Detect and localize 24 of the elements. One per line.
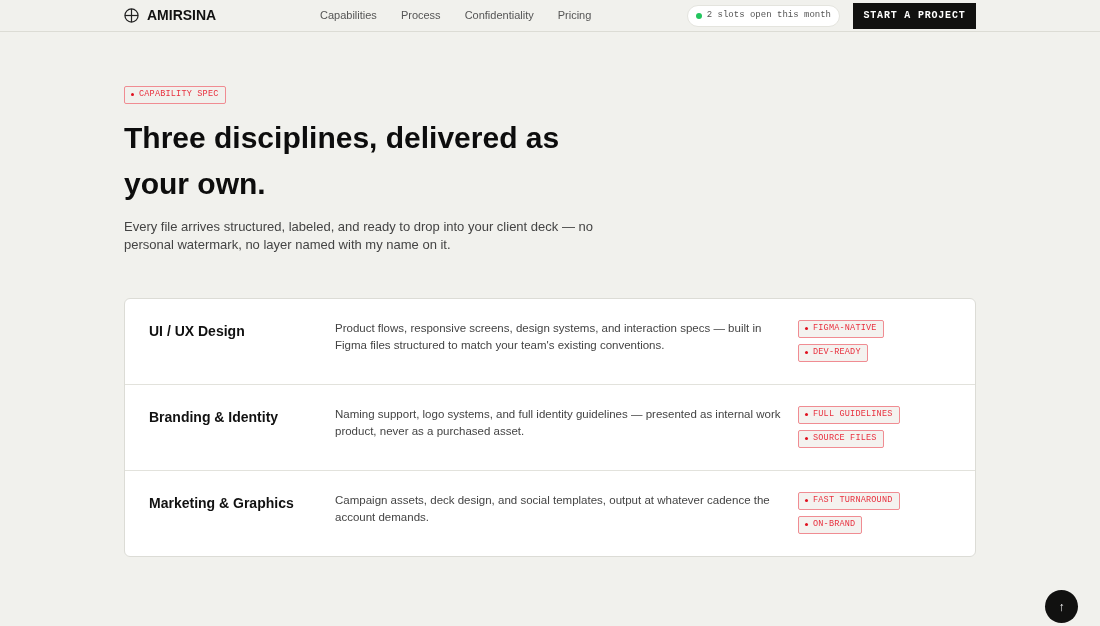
status-text: 2 slots open this month (706, 8, 831, 22)
scroll-to-top-button[interactable]: ↑ (1045, 590, 1078, 623)
nav-link[interactable]: Capabilities (320, 7, 377, 24)
tag-label: ON-BRAND (813, 520, 856, 529)
page-heading: Three disciplines, delivered as your own. (124, 119, 561, 202)
intro-paragraph: Every file arrives structured, labeled, and ready to drop into your client deck — no personal watermark, no layer named with my name on it. (124, 217, 594, 254)
capability-title: UI / UX Design (149, 321, 246, 341)
tag-label: SOURCE FILES (813, 434, 877, 443)
start-project-button[interactable]: START A PROJECT (853, 2, 976, 29)
capability-description: Product flows, responsive screens, design systems, and interaction specs — built in Figma files structured to match your team's existing conventions. (335, 320, 763, 353)
globe-icon (124, 8, 139, 23)
nav-link[interactable]: Process (400, 7, 441, 24)
tag-label: FIGMA-NATIVE (813, 324, 877, 333)
tag-label: DEV-READY (813, 348, 861, 357)
nav-link[interactable]: Pricing (557, 7, 592, 24)
tag-label: CAPABILITY SPEC (139, 90, 219, 99)
capability-description: Campaign assets, deck design, and social templates, output at whatever cadence the account demands. (335, 492, 771, 525)
capability-description: Naming support, logo systems, and full identity guidelines — presented as internal work product, never as a purchased asset. (335, 406, 782, 439)
capability-title: Marketing & Graphics (149, 493, 295, 513)
tag-label: FAST TURNAROUND (813, 496, 893, 505)
brand-name: AMIRSINA (147, 6, 217, 25)
nav-link[interactable]: Confidentiality (464, 7, 534, 24)
capability-title: Branding & Identity (149, 407, 280, 427)
tag-label: FULL GUIDELINES (813, 410, 893, 419)
